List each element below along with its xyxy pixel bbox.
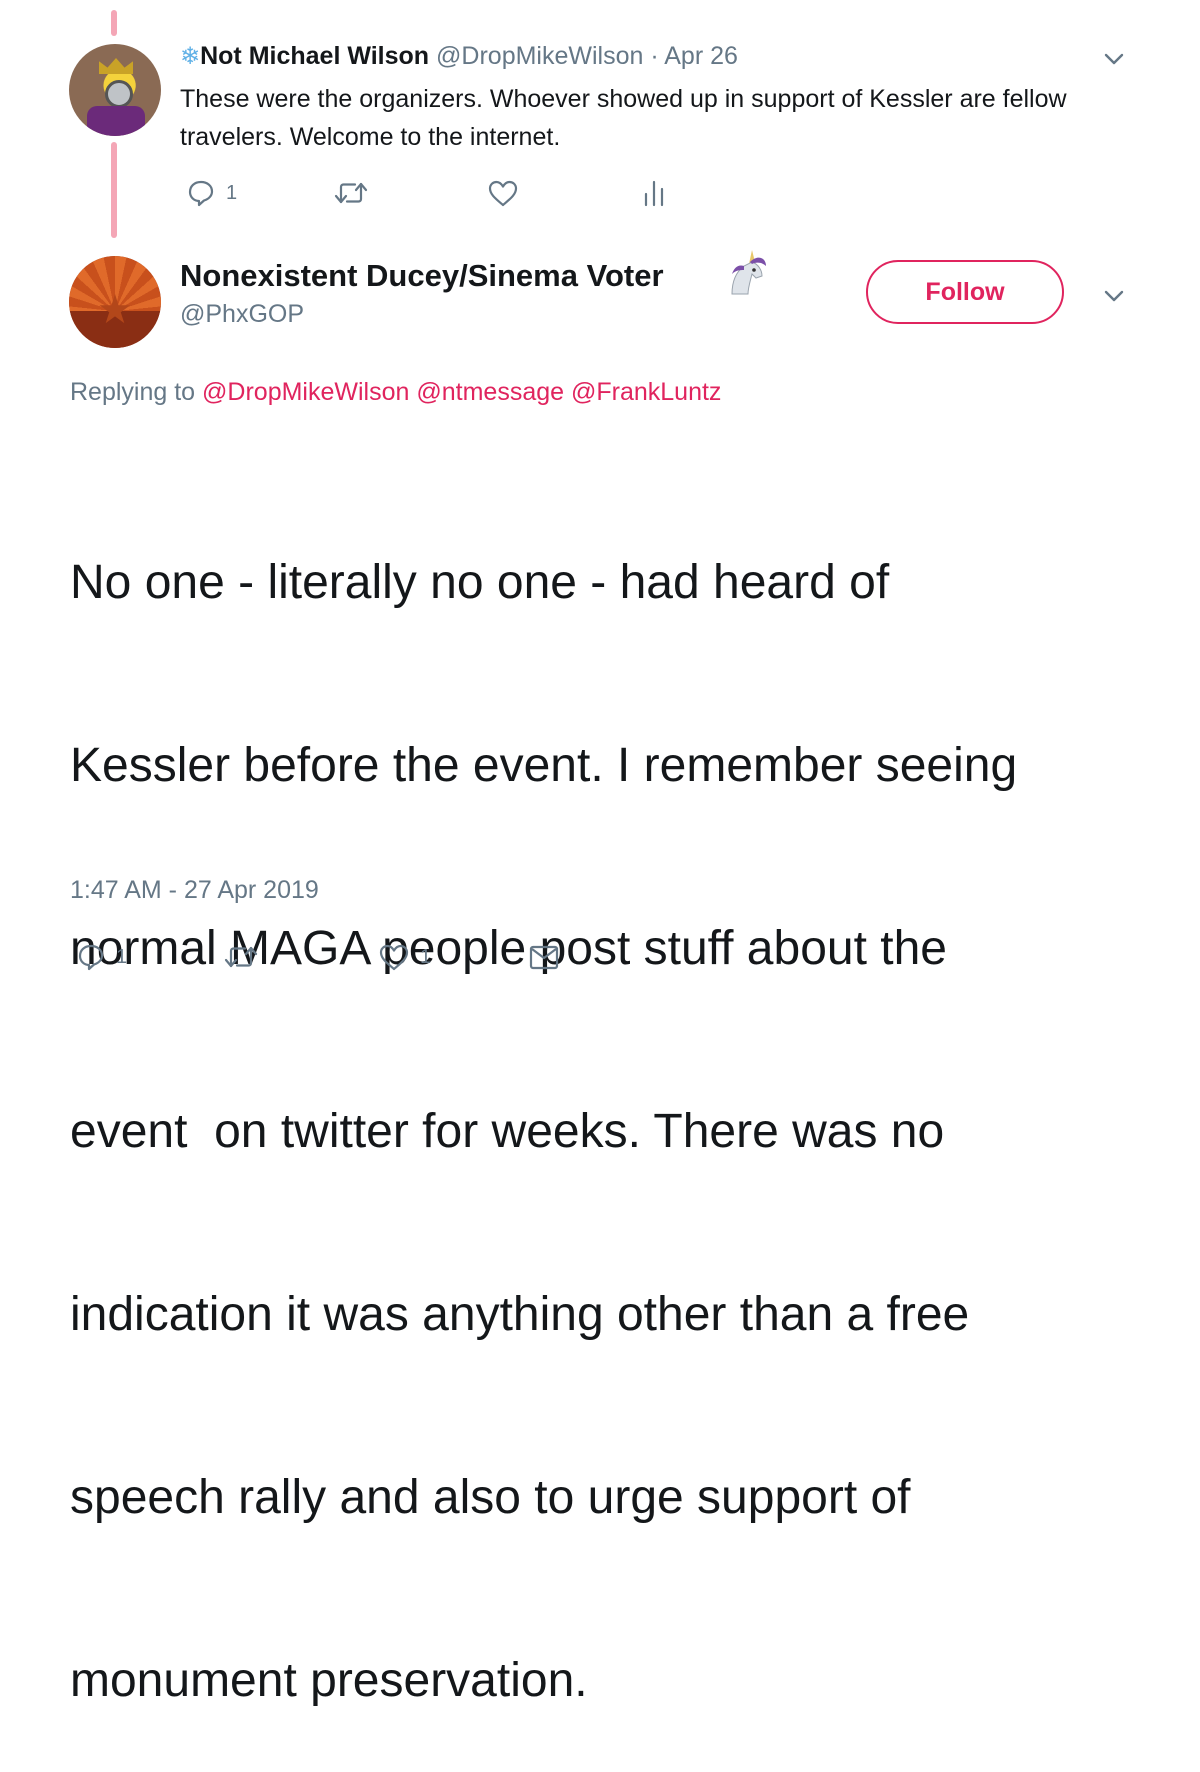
envelope-icon bbox=[529, 945, 559, 970]
tweet2-like-count: 1 bbox=[420, 945, 432, 968]
tweet2-text-line: monument preservation. bbox=[70, 1654, 588, 1707]
mention-link[interactable]: @FrankLuntz bbox=[571, 378, 721, 406]
avatar-phxgop[interactable] bbox=[69, 256, 161, 348]
snowflake-icon: ❄ bbox=[180, 43, 201, 70]
heart-icon bbox=[488, 180, 518, 207]
reply-icon bbox=[78, 944, 104, 971]
tweet2-like-button[interactable]: 1 bbox=[378, 942, 431, 972]
tweet2-author-handle[interactable]: @PhxGOP bbox=[180, 300, 304, 329]
tweet2-text: No one - literally no one - had heard of… bbox=[70, 430, 1150, 1772]
goggle-graphic bbox=[105, 80, 133, 108]
thread-line bbox=[111, 142, 117, 238]
tweet2-dm-button[interactable] bbox=[528, 942, 560, 972]
mention-link[interactable]: @DropMikeWilson bbox=[202, 378, 409, 406]
retweet-icon bbox=[224, 946, 258, 968]
tweet2-text-line: No one - literally no one - had heard of bbox=[70, 556, 890, 609]
unicorn-emoji bbox=[731, 250, 766, 295]
crown-graphic bbox=[99, 58, 133, 74]
tweet1-separator: · bbox=[643, 42, 665, 70]
tweet1-header: ❄Not Michael Wilson @DropMikeWilson · Ap… bbox=[180, 42, 738, 71]
heart-icon bbox=[379, 944, 409, 971]
analytics-icon bbox=[644, 180, 664, 207]
thread-line-top bbox=[111, 10, 117, 36]
tweet2-retweet-button[interactable] bbox=[223, 942, 259, 972]
replying-prefix: Replying to bbox=[70, 378, 196, 406]
chevron-down-icon[interactable] bbox=[1103, 48, 1125, 70]
tweet2-text-line: Kessler before the event. I remember see… bbox=[70, 739, 1018, 792]
chevron-down-icon[interactable] bbox=[1103, 285, 1125, 307]
tweet1-reply-button[interactable]: 1 bbox=[186, 178, 237, 208]
tweet2-timestamp[interactable]: 1:47 AM - 27 Apr 2019 bbox=[70, 876, 319, 905]
tweet1-reply-count: 1 bbox=[226, 181, 238, 204]
tweet1-retweet-button[interactable] bbox=[333, 178, 369, 208]
reply-icon bbox=[188, 180, 214, 207]
tweet1-analytics-button[interactable] bbox=[641, 178, 667, 208]
avatar-not-michael-wilson[interactable] bbox=[69, 44, 161, 136]
flag-bottom-graphic bbox=[69, 311, 161, 348]
mention-link[interactable]: @ntmessage bbox=[416, 378, 564, 406]
tweet2-text-line: indication it was anything other than a … bbox=[70, 1288, 970, 1341]
tweet1-text: These were the organizers. Whoever showe… bbox=[180, 85, 1067, 151]
tweet1-author-handle[interactable]: @DropMikeWilson bbox=[436, 42, 643, 70]
follow-button[interactable]: Follow bbox=[866, 260, 1064, 324]
tweet1-author-name[interactable]: Not Michael Wilson bbox=[200, 42, 429, 70]
tweet2-reply-button[interactable]: 1 bbox=[76, 942, 127, 972]
tweet2-author-name[interactable]: Nonexistent Ducey/Sinema Voter bbox=[180, 258, 664, 294]
tweet1-like-button[interactable] bbox=[487, 178, 519, 208]
tweet2-text-line: event on twitter for weeks. There was no bbox=[70, 1105, 945, 1158]
tweet1-date[interactable]: Apr 26 bbox=[664, 42, 738, 70]
tweet2-reply-count: 1 bbox=[116, 945, 128, 968]
replying-to-line: Replying to @DropMikeWilson @ntmessage @… bbox=[70, 378, 721, 407]
robe-graphic bbox=[87, 106, 145, 136]
tweet2-text-line: speech rally and also to urge support of bbox=[70, 1471, 911, 1524]
retweet-icon bbox=[334, 182, 368, 204]
